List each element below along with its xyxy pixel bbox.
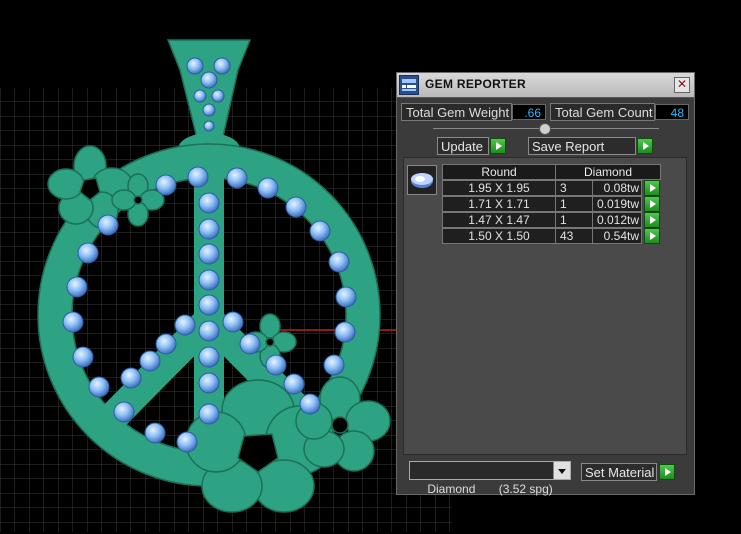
gem-quantity-cell: 43: [555, 228, 593, 244]
gem-reporter-panel: GEM REPORTER ✕ Total Gem Weight .66 Tota…: [396, 72, 695, 496]
shape-column-header: Round: [442, 164, 556, 180]
gem-size-cell: 1.71 X 1.71: [442, 196, 556, 212]
gem-quantity-cell: 3: [555, 180, 593, 196]
total-gem-count-value: 48: [655, 104, 689, 120]
gem-size-cell: 1.50 X 1.50: [442, 228, 556, 244]
gem-size-cell: 1.47 X 1.47: [442, 212, 556, 228]
gem-quantity-cell: 1: [555, 196, 593, 212]
gem-quantity-cell: 1: [555, 212, 593, 228]
material-dropdown-value: Diamond (3.52 spg): [427, 482, 553, 496]
gem-size-cell: 1.95 X 1.95: [442, 180, 556, 196]
set-material-button[interactable]: Set Material: [581, 463, 657, 481]
select-row-go-icon[interactable]: [644, 180, 660, 196]
update-go-icon[interactable]: [490, 138, 506, 154]
total-gem-weight-value: .66: [512, 104, 546, 120]
update-button[interactable]: Update: [437, 137, 489, 155]
select-row-go-icon[interactable]: [644, 228, 660, 244]
select-row-go-icon[interactable]: [644, 196, 660, 212]
select-row-go-icon[interactable]: [644, 212, 660, 228]
splitter-handle-icon[interactable]: [539, 123, 551, 135]
panel-titlebar[interactable]: GEM REPORTER ✕: [397, 73, 694, 98]
total-gem-weight-label: Total Gem Weight: [401, 103, 512, 121]
gem-reporter-icon: [399, 75, 419, 95]
gem-weight-cell: 0.08tw: [592, 180, 642, 196]
gem-weight-cell: 0.012tw: [592, 212, 642, 228]
save-report-go-icon[interactable]: [637, 138, 653, 154]
material-column-header: Diamond: [555, 164, 661, 180]
total-gem-count-label: Total Gem Count: [550, 103, 655, 121]
chevron-down-icon[interactable]: [553, 462, 570, 479]
set-material-go-icon[interactable]: [659, 464, 675, 480]
close-icon[interactable]: ✕: [674, 77, 690, 93]
gem-weight-cell: 0.019tw: [592, 196, 642, 212]
panel-title: GEM REPORTER: [425, 77, 526, 91]
gem-weight-cell: 0.54tw: [592, 228, 642, 244]
gem-list-area: Round Diamond 1.95 X 1.95 3 0.08tw 1.71 …: [403, 157, 687, 455]
material-dropdown[interactable]: Diamond (3.52 spg): [409, 461, 571, 496]
save-report-button[interactable]: Save Report: [528, 137, 636, 155]
round-gem-icon[interactable]: [407, 165, 437, 195]
